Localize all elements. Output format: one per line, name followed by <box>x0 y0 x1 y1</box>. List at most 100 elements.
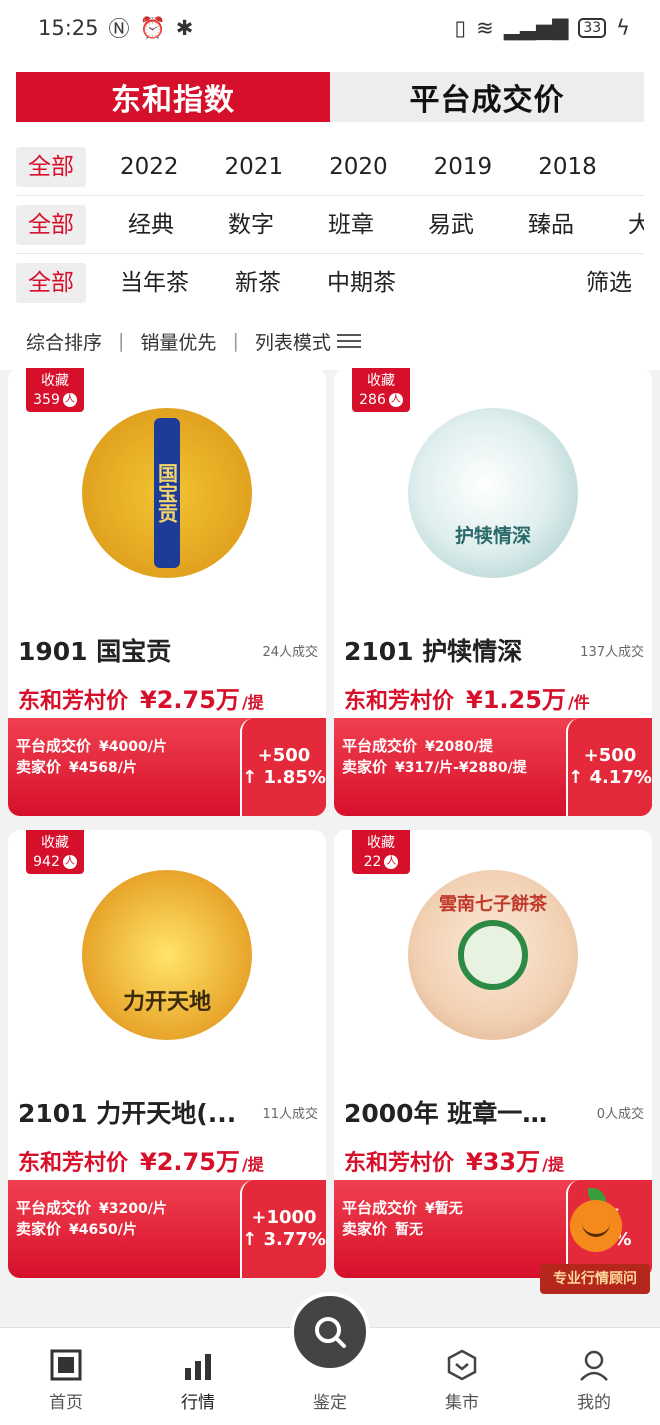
type-chip[interactable]: 新茶 <box>223 263 293 303</box>
status-time: 15:25 <box>38 16 99 40</box>
wifi-icon: ≋ <box>476 16 494 40</box>
year-chip[interactable]: 201 <box>631 147 644 187</box>
product-name: 2000年 班章一级... <box>344 1099 572 1128</box>
nfc-icon: Ⓝ <box>108 17 130 41</box>
nav-bazaar[interactable]: 集市 <box>396 1328 528 1425</box>
price-unit: /提 <box>241 1155 264 1174</box>
year-chip[interactable]: 2021 <box>213 147 296 187</box>
category-chip[interactable]: 班章 <box>316 205 386 245</box>
seller-price: 暂无 <box>395 1222 424 1238</box>
orange-mascot-icon <box>570 1200 622 1252</box>
list-mode-toggle[interactable]: 列表模式 <box>255 328 331 355</box>
type-filter-row: 全部 当年茶 新茶 中期茶 筛选 <box>16 254 644 312</box>
year-filter-row: 全部 2022 2021 2020 2019 2018 201 <box>16 138 644 196</box>
tab-index[interactable]: 东和指数 <box>16 72 330 122</box>
price-change: +1000 <box>251 1207 317 1228</box>
appraisal-search-button[interactable] <box>290 1292 370 1372</box>
alarm-icon: ⏰ <box>139 15 166 40</box>
category-chip[interactable]: 易武 <box>416 205 486 245</box>
seller-label: 卖家价 <box>16 1220 62 1238</box>
favorite-badge[interactable]: 收藏 359 人 <box>26 368 84 412</box>
type-chip[interactable]: 当年茶 <box>108 263 201 303</box>
seller-label: 卖家价 <box>342 1220 388 1238</box>
advisor-button[interactable]: 专业行情顾问 <box>540 1180 650 1310</box>
price-box: 平台成交价 ¥3200/片 卖家价 ¥4650/片 +1000 ↑ 3.77% <box>8 1180 326 1278</box>
seller-price: ¥317/片-¥2880/提 <box>395 760 527 776</box>
favorite-label: 收藏 <box>367 373 395 389</box>
tea-cake-image: 国宝贡 <box>82 408 252 578</box>
price-change: +500 <box>583 745 637 766</box>
favorite-count: 22 <box>363 854 382 870</box>
category-chip[interactable]: 数字 <box>216 205 286 245</box>
cake-text: 雲南七子餅茶 <box>439 894 547 915</box>
price-unit: /件 <box>567 693 590 712</box>
nav-market-trend-label: 行情 <box>181 1393 215 1413</box>
favorite-badge[interactable]: 收藏 22 人 <box>352 830 410 874</box>
product-card[interactable]: 收藏 942 人 力开天地 2101 力开天地(... 11人成交 东和芳村价 ¥… <box>8 830 326 1278</box>
year-chip[interactable]: 2020 <box>317 147 400 187</box>
filter-button[interactable]: 筛选 <box>574 263 644 303</box>
product-name: 2101 护犊情深 <box>344 637 523 666</box>
year-chip[interactable]: 2019 <box>422 147 505 187</box>
segment-tabs: 东和指数 平台成交价 <box>16 72 644 122</box>
nav-market-trend[interactable]: 行情 <box>132 1328 264 1425</box>
seller-label: 卖家价 <box>342 758 388 776</box>
product-name: 1901 国宝贡 <box>18 637 172 666</box>
price-label: 东和芳村价 <box>344 689 455 714</box>
category-chip[interactable]: 经典 <box>116 205 186 245</box>
price-change-pct: ↑ 4.17% <box>568 767 652 788</box>
year-chip[interactable]: 全部 <box>16 146 86 187</box>
favorite-badge[interactable]: 收藏 942 人 <box>26 830 84 874</box>
home-icon <box>50 1349 82 1381</box>
platform-price: ¥4000/片 <box>99 739 167 755</box>
category-chip[interactable]: 全部 <box>16 204 86 245</box>
year-chip[interactable]: 2018 <box>526 147 609 187</box>
price-value: ¥1.25万 <box>466 686 566 714</box>
category-chip[interactable]: 大师 <box>616 205 644 245</box>
deal-count: 137人成交 <box>580 644 644 660</box>
favorite-badge[interactable]: 收藏 286 人 <box>352 368 410 412</box>
seller-price: ¥4650/片 <box>69 1222 137 1238</box>
nav-profile[interactable]: 我的 <box>528 1328 660 1425</box>
type-chip[interactable]: 全部 <box>16 263 86 303</box>
price-box: 平台成交价 ¥2080/提 卖家价 ¥317/片-¥2880/提 +500 ↑ 4.… <box>334 718 652 816</box>
year-chip[interactable]: 2022 <box>108 147 191 187</box>
person-icon: 人 <box>62 855 77 869</box>
sort-sales[interactable]: 销量优先 <box>140 328 216 355</box>
market-icon <box>447 1349 477 1381</box>
person-icon: 人 <box>62 393 77 407</box>
platform-price: ¥3200/片 <box>99 1201 167 1217</box>
nav-bazaar-label: 集市 <box>445 1393 479 1413</box>
category-filter-row: 全部 经典 数字 班章 易武 臻品 大师 <box>16 196 644 254</box>
sort-comprehensive[interactable]: 综合排序 <box>26 328 102 355</box>
nav-home[interactable]: 首页 <box>0 1328 132 1425</box>
product-card[interactable]: 收藏 359 人 国宝贡 1901 国宝贡 24人成交 东和芳村价 ¥2.75万 … <box>8 368 326 816</box>
deal-count: 24人成交 <box>262 644 318 660</box>
list-icon[interactable] <box>336 333 361 349</box>
platform-label: 平台成交价 <box>16 1199 92 1217</box>
platform-price: ¥暂无 <box>425 1201 463 1217</box>
sort-bar: 综合排序 | 销量优先 | 列表模式 <box>0 316 660 366</box>
nav-appraisal-label: 鉴定 <box>313 1393 347 1413</box>
product-card[interactable]: 收藏 286 人 护犊情深 2101 护犊情深 137人成交 东和芳村价 ¥1.2… <box>334 368 652 816</box>
chart-icon <box>185 1354 211 1380</box>
price-box: 平台成交价 ¥4000/片 卖家价 ¥4568/片 +500 ↑ 1.85% <box>8 718 326 816</box>
favorite-count: 942 <box>33 854 60 870</box>
favorite-label: 收藏 <box>41 835 69 851</box>
tab-platform-price[interactable]: 平台成交价 <box>330 72 644 122</box>
price-unit: /提 <box>542 1155 564 1174</box>
cake-text: 护犊情深 <box>454 525 531 547</box>
price-change-pct: ↑ 1.85% <box>242 767 326 788</box>
favorite-label: 收藏 <box>367 835 395 851</box>
category-chip[interactable]: 臻品 <box>516 205 586 245</box>
favorite-count: 359 <box>33 392 60 408</box>
type-chip[interactable]: 中期茶 <box>315 263 408 303</box>
charging-icon: ϟ <box>616 16 630 40</box>
nav-home-label: 首页 <box>49 1393 83 1413</box>
favorite-label: 收藏 <box>41 373 69 389</box>
profile-icon <box>580 1350 608 1381</box>
nav-profile-label: 我的 <box>577 1393 611 1413</box>
price-label: 东和芳村价 <box>344 1151 455 1176</box>
price-change: +500 <box>257 745 311 766</box>
platform-label: 平台成交价 <box>16 737 92 755</box>
